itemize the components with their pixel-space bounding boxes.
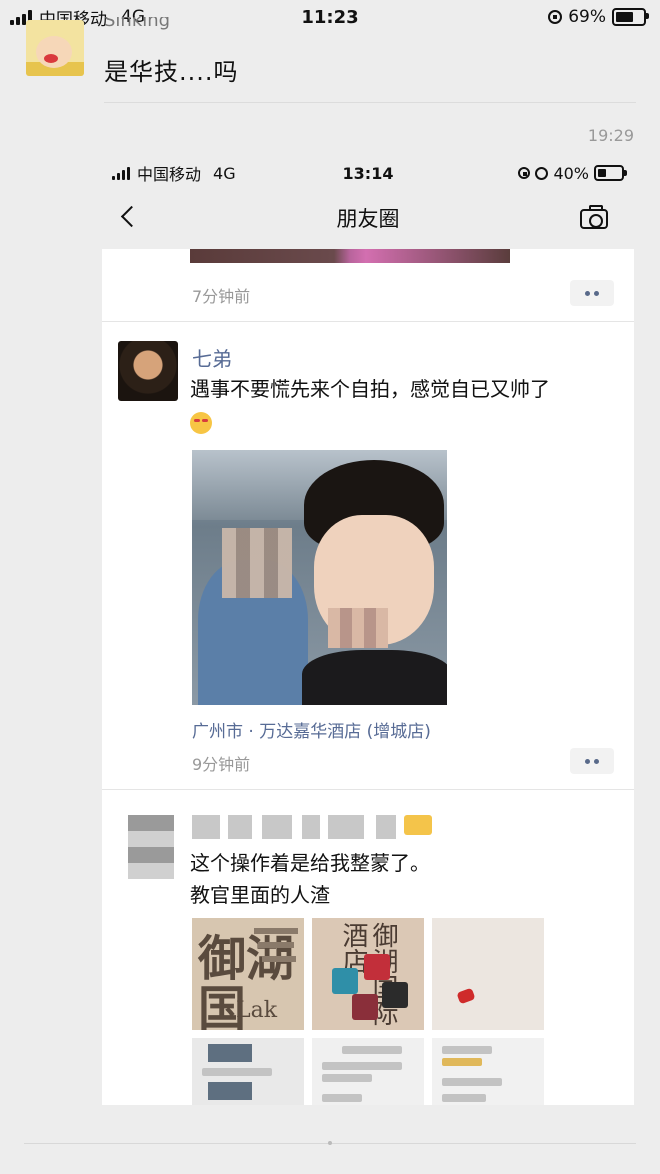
- post-time: 7分钟前: [192, 287, 251, 306]
- post-image-grid: 御湖国 Lak 御湖国际酒店: [192, 918, 544, 1105]
- post-author[interactable]: [192, 815, 432, 839]
- chat-message[interactable]: 是华技....吗: [104, 52, 239, 87]
- alarm-icon: [535, 166, 549, 180]
- divider: [104, 102, 636, 103]
- post-text-line: 这个操作着是给我整蒙了。: [190, 851, 430, 875]
- post-time: 9分钟前: [192, 755, 251, 774]
- grid-image[interactable]: 御湖国际酒店: [312, 918, 424, 1030]
- battery-percent: 69%: [568, 7, 606, 27]
- avatar[interactable]: [26, 20, 84, 76]
- page-indicator: [328, 1141, 332, 1145]
- timestamp: 19:29: [587, 126, 634, 145]
- image-text: Lak: [236, 998, 278, 1023]
- emoji-icon: [190, 411, 212, 434]
- post-author[interactable]: 七弟: [192, 343, 232, 372]
- status-right: 69%: [548, 7, 649, 27]
- page-title: 朋友圈: [336, 207, 400, 231]
- shared-screenshot[interactable]: 中国移动 4G 13:14 40% 朋友圈 7分钟前 七弟 遇事不要慌先来个自拍…: [102, 157, 634, 1105]
- grid-image[interactable]: [432, 1038, 544, 1105]
- battery-percent: 40%: [553, 163, 589, 183]
- moments-header: 中国移动 4G 13:14 40% 朋友圈: [102, 157, 634, 249]
- divider: [102, 321, 634, 322]
- post-photo[interactable]: [192, 450, 447, 705]
- battery-icon: [612, 8, 649, 26]
- post-text-content: 遇事不要慌先来个自拍，感觉自已又帅了: [190, 377, 550, 401]
- grid-image[interactable]: [312, 1038, 424, 1105]
- post-text: 遇事不要慌先来个自拍，感觉自已又帅了: [190, 373, 620, 437]
- grid-image[interactable]: [432, 918, 544, 1030]
- more-icon[interactable]: [570, 280, 614, 306]
- status-right: 40%: [518, 163, 627, 183]
- post-location[interactable]: 广州市 · 万达嘉华酒店 (增城店): [192, 717, 431, 742]
- post-text: 这个操作着是给我整蒙了。 教官里面的人渣: [190, 847, 430, 911]
- lock-icon: [548, 10, 563, 24]
- post-image[interactable]: [190, 249, 510, 263]
- post-text-line: 教官里面的人渣: [190, 883, 330, 907]
- divider: [102, 789, 634, 790]
- status-bar: 中国移动 4G 11:23 69%: [0, 0, 660, 34]
- avatar[interactable]: [128, 815, 174, 879]
- battery-icon: [594, 165, 627, 181]
- grid-image[interactable]: [192, 1038, 304, 1105]
- avatar[interactable]: [118, 341, 178, 401]
- grid-image[interactable]: 御湖国 Lak: [192, 918, 304, 1030]
- sender-name: Sinking: [104, 17, 171, 31]
- camera-icon[interactable]: [580, 205, 608, 229]
- inner-status-bar: 中国移动 4G 13:14 40%: [102, 157, 634, 189]
- lock-icon: [518, 167, 531, 179]
- more-icon[interactable]: [570, 748, 614, 774]
